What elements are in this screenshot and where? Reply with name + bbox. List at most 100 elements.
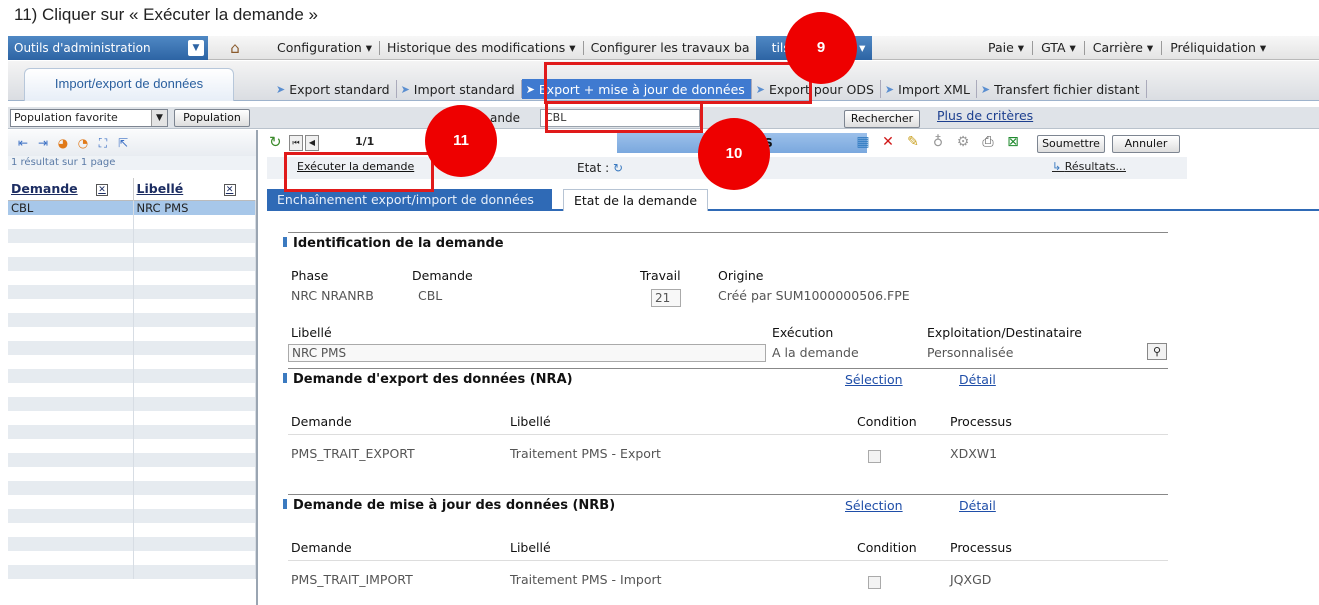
subtab-export-standard[interactable]: ➤ Export standard	[272, 80, 397, 98]
result-count: 1 résultat sur 1 page	[8, 156, 256, 170]
population-select[interactable]: Population favorite ▼	[10, 109, 168, 127]
export-col-demande: Demande	[291, 414, 352, 429]
prev-record-icon[interactable]: ◀	[305, 135, 319, 151]
menu-paie[interactable]: Paie ▾	[980, 41, 1034, 55]
highlight-box-subtab	[544, 62, 812, 104]
annotation-marker-10: 10	[698, 118, 770, 190]
menu-preliquidation[interactable]: Préliquidation ▾	[1162, 41, 1274, 55]
highlight-box-execute	[284, 152, 434, 192]
export-col-libelle: Libellé	[510, 414, 551, 429]
module-tab-import-export[interactable]: Import/export de données	[24, 68, 234, 101]
update-row-demande: PMS_TRAIT_IMPORT	[291, 572, 413, 587]
submit-button[interactable]: Soumettre	[1037, 135, 1105, 153]
population-button[interactable]: Population	[174, 109, 250, 127]
print-icon[interactable]: ⎙	[980, 134, 996, 150]
empty-row	[8, 564, 256, 579]
wand-icon[interactable]: ✎	[905, 134, 921, 150]
table-row[interactable]: CBL NRC PMS	[8, 200, 256, 215]
filter-icon[interactable]: ◔	[76, 136, 90, 150]
first-page-icon[interactable]: ⇤	[16, 136, 30, 150]
empty-row	[8, 228, 256, 243]
export-col-condition: Condition	[857, 414, 917, 429]
empty-row	[8, 368, 256, 383]
search-button[interactable]: Rechercher	[844, 110, 920, 128]
delete-icon[interactable]: ✕	[880, 134, 896, 150]
top-menu-bar: Outils d'administration ▼ ⌂ Configuratio…	[8, 36, 1319, 60]
empty-row	[8, 452, 256, 467]
libelle-field[interactable]: NRC PMS	[288, 344, 766, 362]
tree-icon[interactable]: ▦	[855, 134, 871, 150]
export-row-libelle: Traitement PMS - Export	[510, 446, 661, 461]
menu-configurer-travaux[interactable]: Configurer les travaux ba	[584, 41, 756, 55]
search-icon[interactable]: ⚲	[1147, 343, 1167, 360]
tab-etat-demande[interactable]: Etat de la demande	[563, 189, 709, 211]
refresh-icon[interactable]: ↻	[269, 133, 282, 151]
more-criteria-link[interactable]: Plus de critères	[937, 108, 1033, 123]
gear-icon[interactable]: ⚙	[955, 134, 971, 150]
empty-row	[8, 382, 256, 397]
divider	[288, 368, 1168, 369]
last-page-icon[interactable]: ⇥	[36, 136, 50, 150]
cancel-button[interactable]: Annuler	[1112, 135, 1180, 153]
libelle-label: Libellé	[291, 325, 332, 340]
tab-enchainement[interactable]: Enchaînement export/import de données	[267, 189, 552, 211]
first-record-icon[interactable]: ⏮	[289, 135, 303, 151]
main-menu-right: Paie ▾ GTA ▾ Carrière ▾ Préliquidation ▾	[980, 36, 1274, 60]
menu-carriere[interactable]: Carrière ▾	[1085, 41, 1163, 55]
subtab-import-standard[interactable]: ➤ Import standard	[397, 80, 522, 98]
update-condition-checkbox[interactable]	[868, 576, 881, 589]
update-col-demande: Demande	[291, 540, 352, 555]
expand-icon[interactable]: ⛶	[96, 136, 110, 151]
empty-row	[8, 550, 256, 565]
results-panel: ⇤ ⇥ ◕ ◔ ⛶ ⇱ 1 résultat sur 1 page Demand…	[8, 130, 258, 605]
chart-icon[interactable]: ◕	[56, 136, 70, 150]
home-icon[interactable]: ⌂	[224, 38, 246, 58]
export-condition-checkbox[interactable]	[868, 450, 881, 463]
close-icon[interactable]: ✕	[96, 183, 108, 196]
col-libelle[interactable]: Libellé	[137, 181, 184, 196]
update-row-processus: JQXGD	[950, 572, 992, 587]
export-detail-link[interactable]: Détail	[959, 372, 996, 387]
empty-row	[8, 284, 256, 299]
empty-row	[8, 396, 256, 411]
demande-value: CBL	[418, 288, 443, 303]
travail-label: Travail	[640, 268, 681, 283]
update-selection-link[interactable]: Sélection	[845, 498, 903, 513]
annotation-marker-11: 11	[425, 105, 497, 177]
empty-row	[8, 270, 256, 285]
chevron-right-icon: ➤	[400, 82, 410, 96]
menu-historique[interactable]: Historique des modifications ▾	[380, 41, 584, 55]
row-libelle: NRC PMS	[133, 200, 256, 215]
export-row-processus: XDXW1	[950, 446, 998, 461]
export-selection-link[interactable]: Sélection	[845, 372, 903, 387]
empty-row	[8, 438, 256, 453]
subtab-import-xml[interactable]: ➤ Import XML	[881, 80, 977, 98]
execution-label: Exécution	[772, 325, 834, 340]
results-toolbar: ⇤ ⇥ ◕ ◔ ⛶ ⇱	[8, 130, 256, 156]
arrow-icon: ↳	[1052, 160, 1065, 173]
excel-icon[interactable]: ⊠	[1005, 134, 1021, 150]
origine-value: Créé par SUM1000000506.FPE	[718, 288, 910, 303]
close-icon[interactable]: ✕	[223, 183, 236, 196]
subtab-transfert[interactable]: ➤ Transfert fichier distant	[977, 80, 1147, 98]
update-col-condition: Condition	[857, 540, 917, 555]
results-link[interactable]: ↳ Résultats...	[1052, 160, 1126, 173]
update-section-title: Demande de mise à jour des données (NRB)	[283, 498, 615, 513]
export-icon[interactable]: ⇱	[116, 136, 130, 150]
empty-row	[8, 508, 256, 523]
menu-configuration[interactable]: Configuration ▾	[270, 41, 381, 55]
update-detail-link[interactable]: Détail	[959, 498, 996, 513]
col-demande[interactable]: Demande	[11, 181, 78, 196]
results-table: Demande ✕ Libellé ✕ CBL NRC PMS	[8, 178, 256, 579]
empty-row	[8, 340, 256, 355]
empty-row	[8, 298, 256, 313]
record-actions: ▦ ✕ ✎ ♁ ⚙ ⎙ ⊠	[855, 134, 1021, 150]
bulb-icon[interactable]: ♁	[930, 134, 946, 150]
empty-row	[8, 326, 256, 341]
empty-row	[8, 522, 256, 537]
admin-tools-dropdown[interactable]: Outils d'administration ▼	[8, 36, 208, 60]
update-col-processus: Processus	[950, 540, 1012, 555]
menu-gta[interactable]: GTA ▾	[1033, 41, 1085, 55]
empty-row	[8, 536, 256, 551]
chevron-down-icon[interactable]: ▼	[188, 40, 204, 56]
